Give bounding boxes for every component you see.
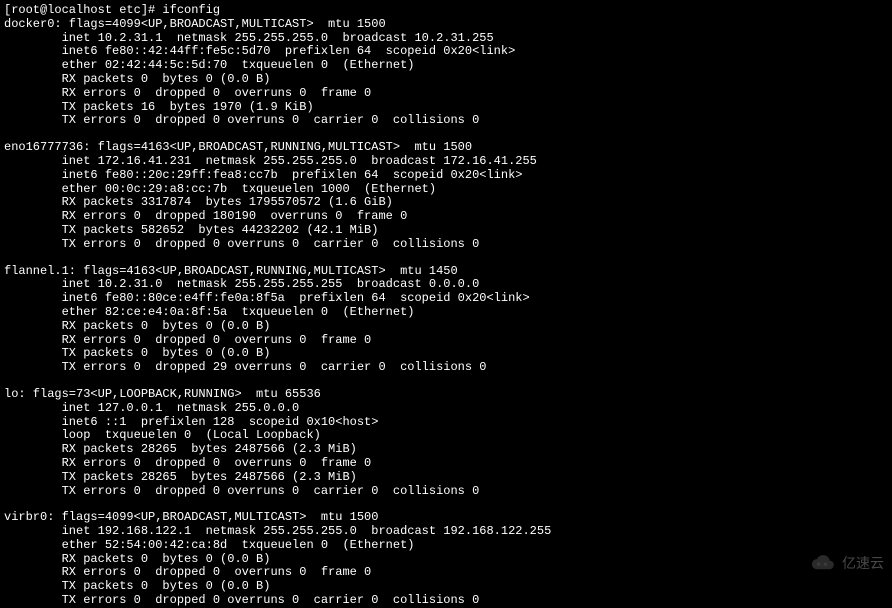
- ifconfig-output: docker0: flags=4099<UP,BROADCAST,MULTICA…: [4, 18, 888, 608]
- interface-lo: lo: flags=73<UP,LOOPBACK,RUNNING> mtu 65…: [4, 388, 888, 498]
- shell-prompt[interactable]: [root@localhost etc]# ifconfig: [4, 4, 888, 18]
- cloud-icon: [808, 554, 836, 572]
- watermark: 亿速云: [808, 554, 884, 572]
- prompt-text: [root@localhost etc]# ifconfig: [4, 3, 220, 17]
- interface-eno16777736: eno16777736: flags=4163<UP,BROADCAST,RUN…: [4, 141, 888, 251]
- interface-virbr0: virbr0: flags=4099<UP,BROADCAST,MULTICAS…: [4, 511, 888, 608]
- watermark-text: 亿速云: [842, 555, 884, 571]
- interface-docker0: docker0: flags=4099<UP,BROADCAST,MULTICA…: [4, 18, 888, 128]
- interface-flannel.1: flannel.1: flags=4163<UP,BROADCAST,RUNNI…: [4, 265, 888, 375]
